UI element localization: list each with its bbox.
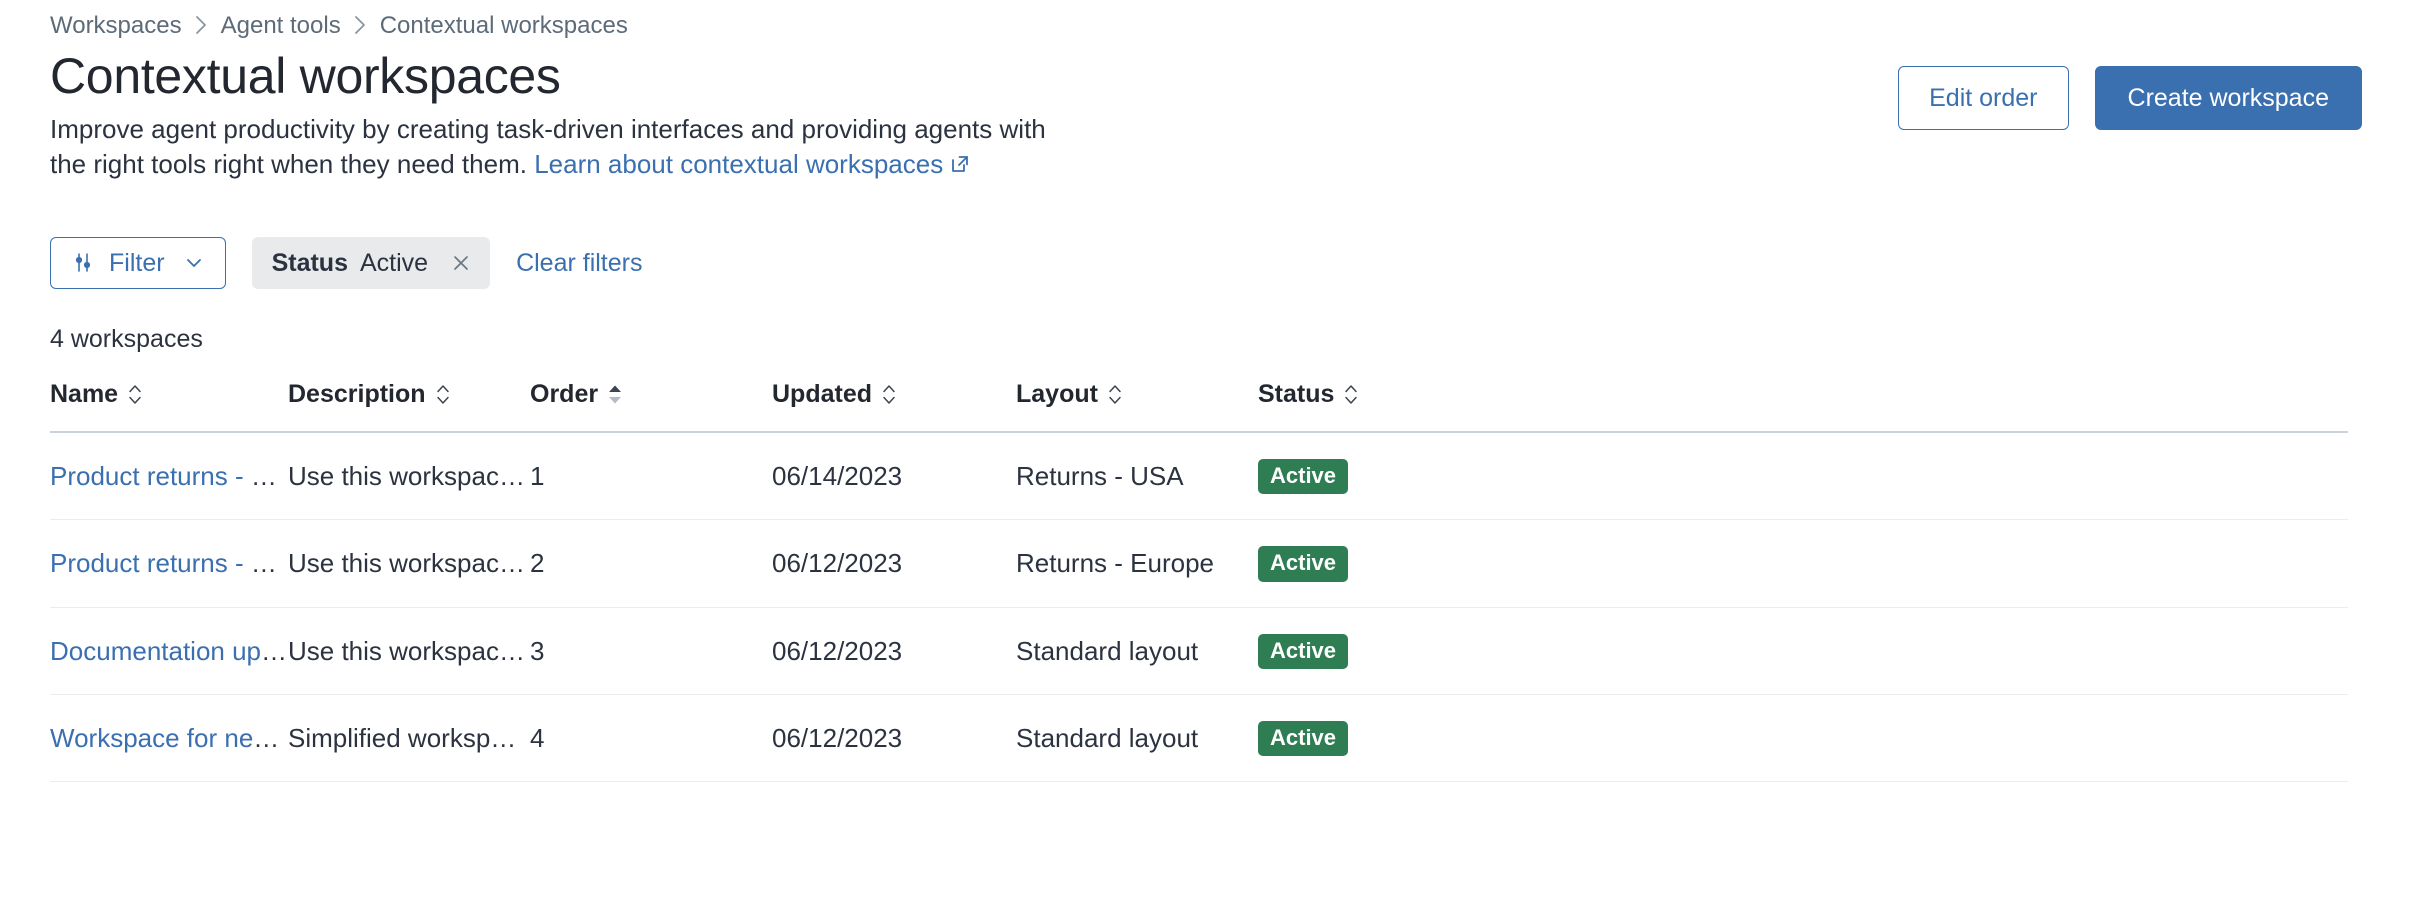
breadcrumb: Workspaces Agent tools Contextual worksp… xyxy=(50,0,2362,38)
chevron-down-icon xyxy=(183,252,205,274)
close-icon[interactable] xyxy=(450,252,472,274)
workspace-link[interactable]: Product returns - Euro... xyxy=(50,548,288,578)
sliders-icon xyxy=(71,251,95,275)
workspaces-table-container: Name Description Order Updated Layout St… xyxy=(50,380,2348,782)
learn-about-contextual-workspaces-link[interactable]: Learn about contextual workspaces xyxy=(534,149,971,179)
status-badge: Active xyxy=(1258,546,1349,582)
status-badge: Active xyxy=(1258,459,1349,495)
cell-layout: Returns - Europe xyxy=(1016,519,1258,608)
status-badge: Active xyxy=(1258,720,1349,756)
page-header: Contextual workspaces Improve agent prod… xyxy=(50,48,2362,181)
cell-order: 4 xyxy=(530,694,772,782)
cell-name: Workspace for new ag... xyxy=(50,694,288,782)
cell-updated: 06/12/2023 xyxy=(772,519,1016,608)
cell-status: Active xyxy=(1258,607,2348,695)
column-header-order-label: Order xyxy=(530,380,599,409)
page-header-actions: Edit order Create workspace xyxy=(1898,48,2362,130)
column-header-updated-label: Updated xyxy=(772,380,872,409)
workspace-link[interactable]: Documentation updates xyxy=(50,636,288,666)
cell-updated: 06/12/2023 xyxy=(772,694,1016,782)
column-header-order[interactable]: Order xyxy=(530,380,772,434)
chevron-right-icon xyxy=(194,13,209,37)
cell-order: 2 xyxy=(530,519,772,608)
result-count: 4 workspaces xyxy=(50,325,203,354)
table-header-row: Name Description Order Updated Layout St… xyxy=(50,380,2348,434)
filter-pill-status[interactable]: Status Active xyxy=(251,237,491,290)
filter-pill-value: Active xyxy=(359,248,429,277)
page-title: Contextual workspaces xyxy=(50,48,561,104)
cell-name: Product returns - USA xyxy=(50,432,288,521)
page-description-line1: Improve agent productivity by creating t… xyxy=(50,114,993,144)
chevron-right-icon xyxy=(353,13,368,37)
cell-description: Use this workspace for... xyxy=(288,432,530,521)
table-row[interactable]: Documentation updates Use this workspace… xyxy=(50,607,2348,695)
breadcrumb-item-agent-tools[interactable]: Agent tools xyxy=(221,14,341,38)
external-link-icon xyxy=(949,153,971,175)
page-description: Improve agent productivity by creating t… xyxy=(50,112,1060,181)
table-row[interactable]: Product returns - USA Use this workspace… xyxy=(50,432,2348,521)
cell-layout: Returns - USA xyxy=(1016,432,1258,521)
sort-icon xyxy=(127,384,143,405)
column-header-status[interactable]: Status xyxy=(1258,380,2348,434)
filter-bar: Filter Status Active Clear filters xyxy=(50,237,2362,290)
create-workspace-button[interactable]: Create workspace xyxy=(2094,66,2362,130)
table-body: Product returns - USA Use this workspace… xyxy=(50,432,2348,782)
cell-layout: Standard layout xyxy=(1016,694,1258,782)
sort-icon xyxy=(1343,384,1359,405)
workspaces-table: Name Description Order Updated Layout St… xyxy=(50,380,2348,782)
cell-description: Simplified workspace f... xyxy=(288,694,530,782)
edit-order-button[interactable]: Edit order xyxy=(1898,66,2069,130)
breadcrumb-item-workspaces[interactable]: Workspaces xyxy=(50,14,182,38)
workspace-link[interactable]: Workspace for new ag... xyxy=(50,723,288,753)
sort-icon xyxy=(435,384,451,405)
clear-filters-button[interactable]: Clear filters xyxy=(516,249,642,278)
cell-status: Active xyxy=(1258,432,2348,521)
filter-pill-key: Status xyxy=(271,248,348,277)
column-header-description-label: Description xyxy=(288,380,426,409)
column-header-name-label: Name xyxy=(50,380,119,409)
learn-link-label: Learn about contextual workspaces xyxy=(534,148,944,179)
cell-updated: 06/14/2023 xyxy=(772,432,1016,521)
workspace-link[interactable]: Product returns - USA xyxy=(50,461,288,491)
cell-description: Use this workspace to ... xyxy=(288,607,530,695)
table-header: Name Description Order Updated Layout St… xyxy=(50,380,2348,434)
filter-button-label: Filter xyxy=(109,248,165,277)
table-row[interactable]: Workspace for new ag... Simplified works… xyxy=(50,694,2348,782)
sort-icon xyxy=(1107,384,1123,405)
status-badge: Active xyxy=(1258,633,1349,669)
cell-status: Active xyxy=(1258,519,2348,608)
cell-order: 3 xyxy=(530,607,772,695)
page-header-text: Contextual workspaces Improve agent prod… xyxy=(50,48,1060,181)
page-root: Workspaces Agent tools Contextual worksp… xyxy=(0,0,2412,906)
cell-name: Documentation updates xyxy=(50,607,288,695)
cell-order: 1 xyxy=(530,432,772,521)
cell-description: Use this workspace for... xyxy=(288,519,530,608)
column-header-layout-label: Layout xyxy=(1016,380,1098,409)
sort-icon-active-asc xyxy=(607,384,623,405)
cell-status: Active xyxy=(1258,694,2348,782)
column-header-status-label: Status xyxy=(1258,380,1335,409)
column-header-layout[interactable]: Layout xyxy=(1016,380,1258,434)
cell-updated: 06/12/2023 xyxy=(772,607,1016,695)
cell-layout: Standard layout xyxy=(1016,607,1258,695)
table-row[interactable]: Product returns - Euro... Use this works… xyxy=(50,519,2348,608)
column-header-name[interactable]: Name xyxy=(50,380,288,434)
cell-name: Product returns - Euro... xyxy=(50,519,288,608)
filter-button[interactable]: Filter xyxy=(50,237,226,290)
sort-icon xyxy=(881,384,897,405)
column-header-description[interactable]: Description xyxy=(288,380,530,434)
breadcrumb-item-contextual-workspaces[interactable]: Contextual workspaces xyxy=(380,14,628,38)
column-header-updated[interactable]: Updated xyxy=(772,380,1016,434)
